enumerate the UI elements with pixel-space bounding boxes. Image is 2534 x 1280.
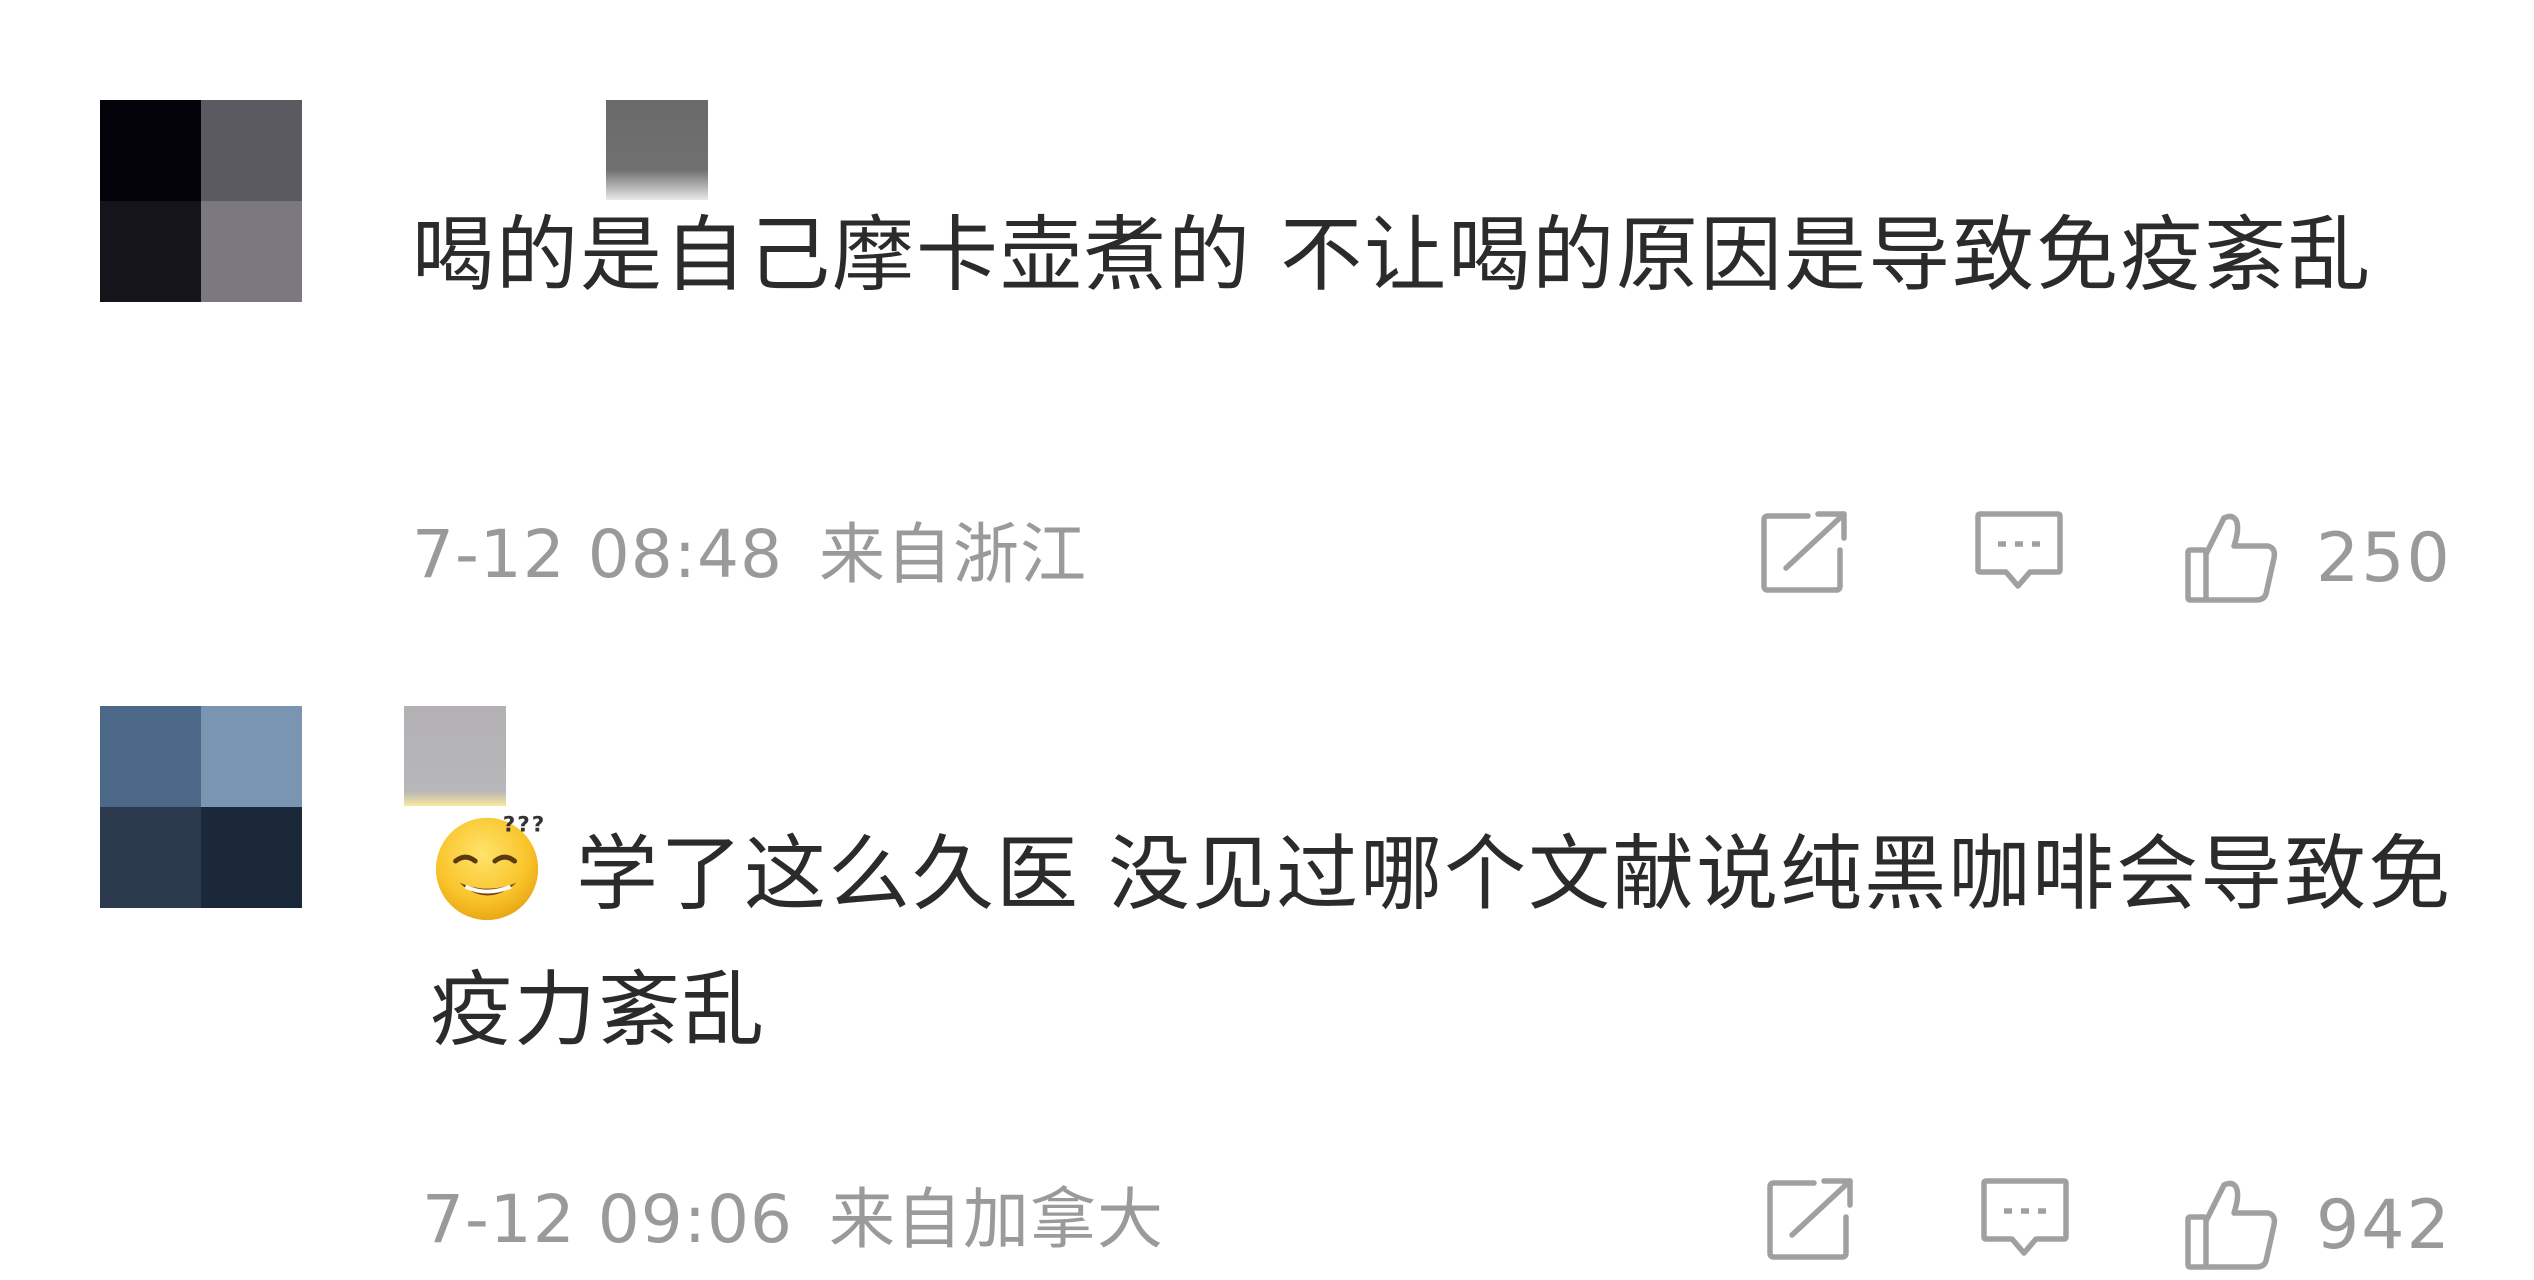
like-button[interactable]: 942 [2184,1177,2452,1273]
comment-item: ??? 学了这么久医 没见过哪个文献说纯黑咖啡会导致免疫力紊乱 7-12 09:… [0,640,2534,1280]
username-redacted[interactable] [404,706,506,806]
comment-time: 7-12 08:48 [412,516,783,593]
thumbs-up-icon [2184,510,2280,606]
comment-button[interactable] [1974,510,2064,596]
comment-button[interactable] [1980,1177,2070,1263]
comment-text: 学了这么久医 没见过哪个文献说纯黑咖啡会导致免疫力紊乱 [430,827,2453,1058]
avatar-pixel [201,807,302,908]
avatar-pixel [201,706,302,807]
username-redacted[interactable] [606,100,708,200]
comment-text-block: ??? 学了这么久医 没见过哪个文献说纯黑咖啡会导致免疫力紊乱 [430,806,2460,1079]
comment-icon [1980,1177,2070,1263]
svg-text:???: ??? [503,813,547,838]
like-count: 942 [2316,1185,2452,1265]
comment-meta: 7-12 09:06 来自加拿大 [422,1180,1164,1260]
avatar-pixel [201,100,302,201]
avatar[interactable] [100,706,302,908]
comment-meta: 7-12 08:48 来自浙江 [412,515,1087,595]
avatar-pixel [201,201,302,302]
share-button[interactable] [1760,510,1850,596]
share-icon [1760,510,1850,596]
thumbs-up-icon [2184,1177,2280,1273]
like-button[interactable]: 250 [2184,510,2452,606]
avatar-pixel [100,706,201,807]
share-icon [1766,1177,1856,1263]
avatar-pixel [100,201,201,302]
comment-item: 喝的是自己摩卡壶煮的 不让喝的原因是导致免疫紊乱 7-12 08:48 来自浙江 [0,0,2534,640]
share-button[interactable] [1766,1177,1856,1263]
like-count: 250 [2316,518,2452,598]
comment-location: 来自加拿大 [828,1181,1164,1258]
avatar[interactable] [100,100,302,302]
avatar-pixel [100,100,201,201]
avatar-pixel [100,807,201,908]
comment-location: 来自浙江 [818,516,1087,593]
comment-time: 7-12 09:06 [422,1181,793,1258]
comment-icon [1974,510,2064,596]
dizzy-sweat-smile-emoji: ??? [430,806,548,924]
comment-text: 喝的是自己摩卡壶煮的 不让喝的原因是导致免疫紊乱 [412,208,2373,303]
